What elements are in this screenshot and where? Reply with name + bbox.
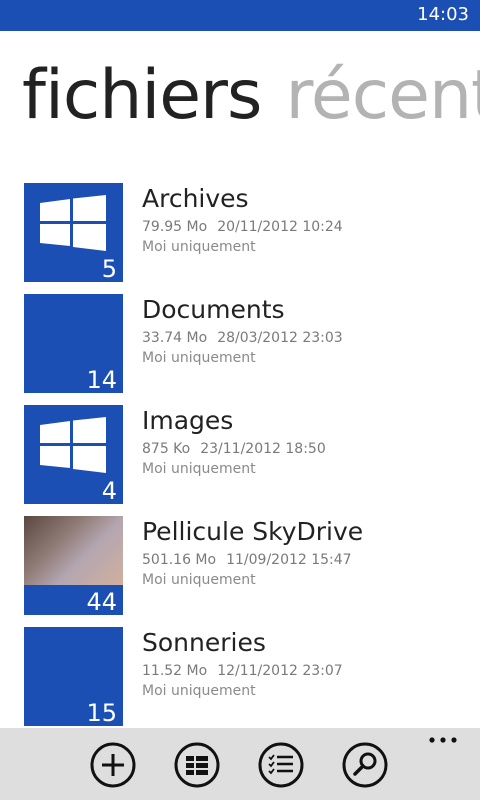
select-list-icon [258,742,304,788]
folder-name: Sonneries [142,628,266,657]
item-count: 5 [101,255,117,282]
add-button[interactable] [90,742,136,788]
folder-name: Pellicule SkyDrive [142,517,364,546]
grid-view-icon [174,742,220,788]
windows-logo-icon [40,417,106,473]
item-count: 44 [86,588,117,615]
folder-name: Archives [142,184,249,213]
folder-sharing: Moi uniquement [142,572,256,588]
app-bar [0,728,480,800]
folder-tile: 44 [24,516,123,615]
folder-date: 11/09/2012 15:47 [226,552,352,568]
folder-item-documents[interactable]: 14 Documents 33.74 Mo 28/03/2012 23:03 Mo… [24,294,480,405]
folder-sharing: Moi uniquement [142,683,256,699]
add-icon [90,742,136,788]
folder-sharing: Moi uniquement [142,239,256,255]
folder-item-sonneries[interactable]: 15 Sonneries 11.52 Mo 12/11/2012 23:07 Mo… [24,627,480,738]
select-list-button[interactable] [258,742,304,788]
folder-item-archives[interactable]: 5 Archives 79.95 Mo 20/11/2012 10:24 Moi … [24,183,480,294]
folder-size: 11.52 Mo [142,663,208,679]
folder-size: 501.16 Mo [142,552,217,568]
status-bar: 14:03 [0,0,480,31]
grid-view-button[interactable] [174,742,220,788]
folder-meta: 33.74 Mo 28/03/2012 23:03 [142,329,353,347]
folder-size: 875 Ko [142,441,191,457]
search-button[interactable] [342,742,388,788]
folder-tile: 5 [24,183,123,282]
folder-date: 23/11/2012 18:50 [200,441,326,457]
folder-date: 12/11/2012 23:07 [217,663,343,679]
item-count: 14 [86,366,117,393]
folder-meta: 79.95 Mo 20/11/2012 10:24 [142,218,353,236]
search-icon [342,742,388,788]
pivot-header: fichiers récent [22,56,480,136]
folder-name: Images [142,406,234,435]
windows-logo-icon [40,195,106,251]
pivot-tab-recent[interactable]: récent [285,56,480,135]
photo-thumbnail [24,516,123,586]
folder-date: 28/03/2012 23:03 [217,330,343,346]
folder-meta: 875 Ko 23/11/2012 18:50 [142,440,336,458]
folder-item-pellicule-skydrive[interactable]: 44 Pellicule SkyDrive 501.16 Mo 11/09/201… [24,516,480,627]
clock: 14:03 [417,4,469,25]
folder-date: 20/11/2012 10:24 [217,219,343,235]
folder-sharing: Moi uniquement [142,350,256,366]
more-icon[interactable] [428,732,458,748]
folder-meta: 501.16 Mo 11/09/2012 15:47 [142,551,362,569]
folder-meta: 11.52 Mo 12/11/2012 23:07 [142,662,353,680]
folder-sharing: Moi uniquement [142,461,256,477]
folder-list: 5 Archives 79.95 Mo 20/11/2012 10:24 Moi … [24,183,480,738]
folder-tile: 4 [24,405,123,504]
folder-item-images[interactable]: 4 Images 875 Ko 23/11/2012 18:50 Moi uniq… [24,405,480,516]
folder-tile: 14 [24,294,123,393]
folder-name: Documents [142,295,285,324]
item-count: 4 [101,477,117,504]
pivot-tab-fichiers[interactable]: fichiers [22,56,262,135]
folder-tile: 15 [24,627,123,726]
item-count: 15 [86,699,117,726]
folder-size: 79.95 Mo [142,219,208,235]
folder-size: 33.74 Mo [142,330,208,346]
